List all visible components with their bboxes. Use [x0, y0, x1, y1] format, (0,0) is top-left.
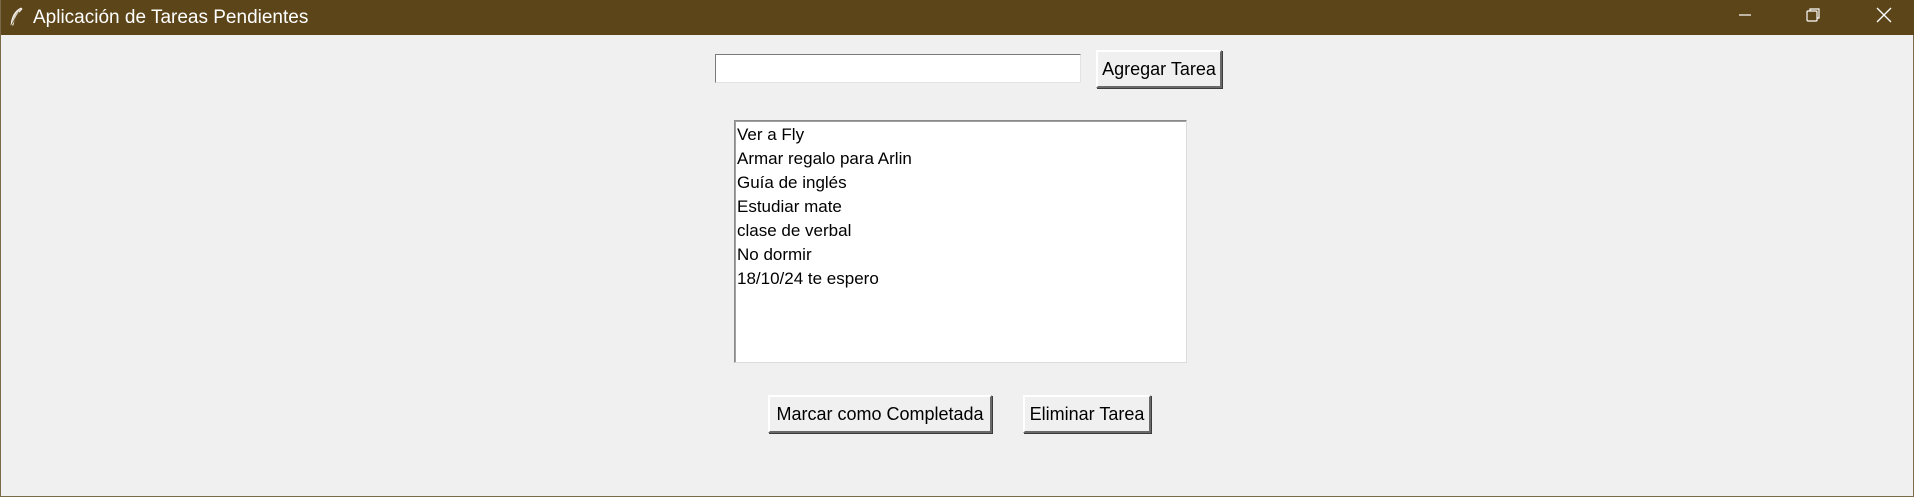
close-button[interactable] — [1849, 0, 1914, 35]
list-item[interactable]: clase de verbal — [735, 219, 1186, 243]
minimize-button[interactable] — [1710, 0, 1780, 35]
add-task-button[interactable]: Agregar Tarea — [1096, 50, 1222, 88]
list-item[interactable]: 18/10/24 te espero — [735, 267, 1186, 291]
title-bar[interactable]: Aplicación de Tareas Pendientes — [1, 0, 1914, 35]
minimize-icon — [1738, 8, 1752, 27]
task-listbox[interactable]: Ver a Fly Armar regalo para Arlin Guía d… — [734, 120, 1187, 363]
list-item[interactable]: Ver a Fly — [735, 123, 1186, 147]
delete-task-button[interactable]: Eliminar Tarea — [1023, 395, 1151, 433]
list-item[interactable]: Guía de inglés — [735, 171, 1186, 195]
restore-icon — [1805, 7, 1821, 28]
mark-complete-button[interactable]: Marcar como Completada — [768, 395, 992, 433]
close-icon — [1876, 7, 1892, 28]
window-title: Aplicación de Tareas Pendientes — [33, 7, 309, 28]
app-window: Aplicación de Tareas Pendientes Agregar … — [0, 0, 1914, 497]
list-item[interactable]: No dormir — [735, 243, 1186, 267]
list-item[interactable]: Estudiar mate — [735, 195, 1186, 219]
list-item[interactable]: Armar regalo para Arlin — [735, 147, 1186, 171]
restore-button[interactable] — [1778, 0, 1848, 35]
feather-icon — [9, 7, 23, 27]
task-input[interactable] — [715, 54, 1081, 83]
